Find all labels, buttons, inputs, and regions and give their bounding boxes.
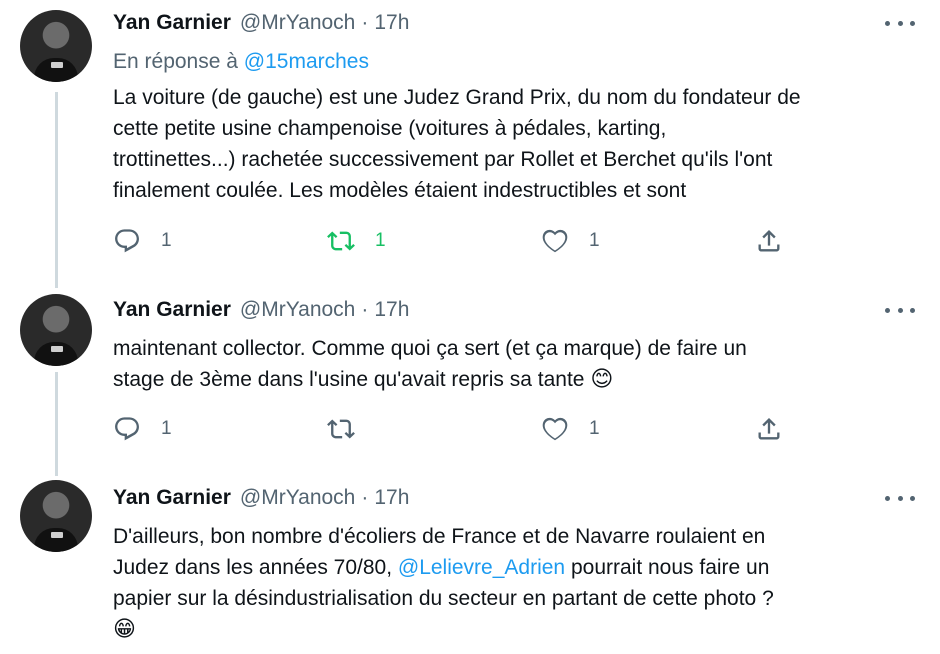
action-bar: 1 1 1 [113,226,793,256]
grinning-face-emoji: 😁 [113,617,136,642]
like-count: 1 [589,230,600,251]
more-icon[interactable] [885,492,915,504]
reply-button[interactable]: 1 [113,414,172,444]
tweet-time[interactable]: 17h [374,486,409,510]
author-name[interactable]: Yan Garnier [113,486,231,510]
retweet-button[interactable]: 1 [327,226,386,256]
share-icon [758,230,780,252]
tweet-header: Yan Garnier @MrYanoch · 17h [113,484,409,512]
tweet: Yan Garnier @MrYanoch · 17h maintenant c… [0,290,940,470]
tweet-time[interactable]: 17h [374,11,409,35]
like-count: 1 [589,418,600,439]
author-handle[interactable]: @MrYanoch [240,486,355,510]
reply-button[interactable]: 1 [113,226,172,256]
separator-dot: · [361,11,369,34]
tweet-text: maintenant collector. Comme quoi ça sert… [113,333,923,395]
like-icon [542,229,568,253]
reply-count: 1 [161,418,172,439]
share-button[interactable] [755,226,783,256]
separator-dot: · [361,486,369,509]
retweet-count: 1 [375,230,386,251]
tweet-text-line: D'ailleurs, bon nombre d'écoliers de Fra… [113,525,766,548]
author-handle[interactable]: @MrYanoch [240,298,355,322]
share-button[interactable] [755,414,783,444]
like-icon [542,417,568,441]
share-icon [758,418,780,440]
separator-dot: · [361,298,369,321]
tweet-text-line: maintenant collector. Comme quoi ça sert… [113,337,747,360]
author-name[interactable]: Yan Garnier [113,11,231,35]
avatar[interactable] [20,294,92,366]
like-button[interactable]: 1 [541,414,600,444]
avatar[interactable] [20,10,92,82]
reply-icon [115,229,139,253]
tweet-text-line: La voiture (de gauche) est une Judez Gra… [113,86,801,109]
action-bar: 1 1 [113,414,793,444]
tweet-header: Yan Garnier @MrYanoch · 17h [113,296,409,324]
author-handle[interactable]: @MrYanoch [240,11,355,35]
tweet-text-line: finalement coulée. Les modèles étaient i… [113,179,687,202]
tweet-time[interactable]: 17h [374,298,409,322]
tweet: Yan Garnier @MrYanoch · 17h En réponse à… [0,0,940,290]
retweet-button[interactable] [327,414,375,444]
tweet-text-line: trottinettes...) rachetée successivement… [113,148,773,171]
tweet-text: D'ailleurs, bon nombre d'écoliers de Fra… [113,521,923,645]
reply-mention-link[interactable]: @15marches [244,50,369,73]
tweet-text: La voiture (de gauche) est une Judez Gra… [113,82,923,206]
tweet-text-line: pourrait nous faire un [565,556,770,579]
reply-count: 1 [161,230,172,251]
mention-link[interactable]: @Lelievre_Adrien [398,556,565,579]
retweet-icon [327,419,355,439]
smiling-face-emoji: 😊 [590,367,614,392]
more-icon[interactable] [885,304,915,316]
reply-context: En réponse à @15marches [113,50,369,74]
reply-icon [115,417,139,441]
retweet-icon [327,231,355,251]
reply-prefix: En réponse à [113,50,238,73]
tweet-text-line: cette petite usine champenoise (voitures… [113,117,667,140]
tweet-header: Yan Garnier @MrYanoch · 17h [113,9,409,37]
tweet-text-line: stage de 3ème dans l'usine qu'avait repr… [113,368,585,391]
tweet-text-line: papier sur la désindustrialisation du se… [113,587,774,610]
tweet-text-line: Judez dans les années 70/80, [113,556,398,579]
more-icon[interactable] [885,17,915,29]
like-button[interactable]: 1 [541,226,600,256]
tweet: Yan Garnier @MrYanoch · 17h D'ailleurs, … [0,470,940,654]
author-name[interactable]: Yan Garnier [113,298,231,322]
avatar[interactable] [20,480,92,552]
